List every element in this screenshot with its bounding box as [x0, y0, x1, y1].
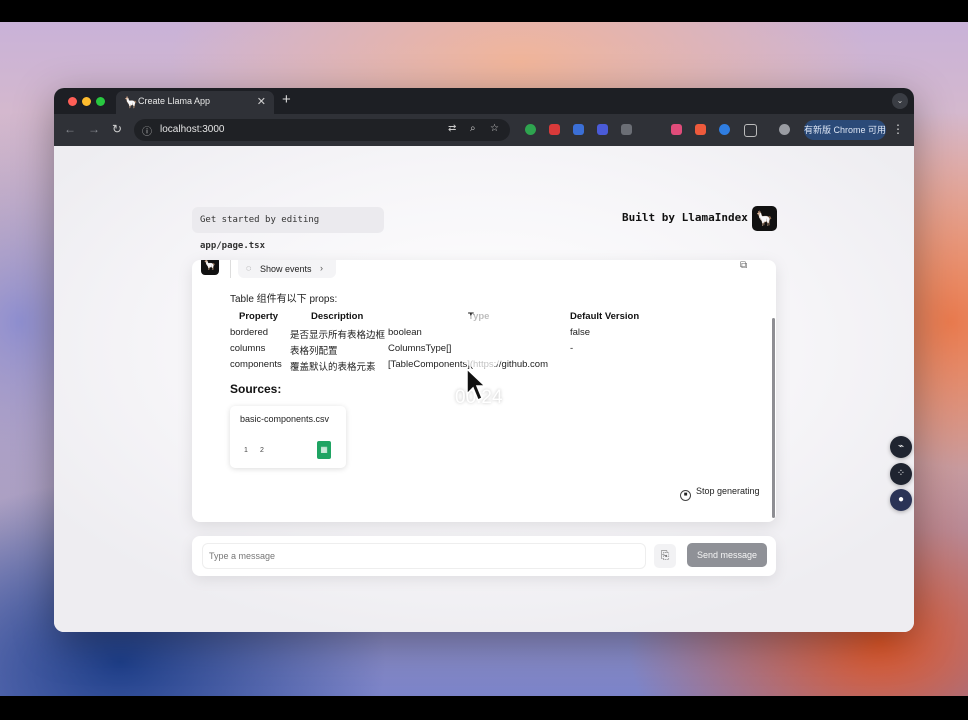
- table-cell: boolean: [388, 327, 422, 338]
- chevron-right-icon: ›: [320, 263, 323, 273]
- llama-favicon-icon: 🦙: [124, 97, 138, 109]
- table-cell: ColumnsType[]: [388, 343, 452, 354]
- extension-green-icon[interactable]: [525, 124, 536, 135]
- bookmark-star-icon[interactable]: ☆: [490, 123, 499, 134]
- spreadsheet-icon: ▦: [317, 441, 331, 459]
- table-cell: bordered: [230, 327, 269, 338]
- answer-intro: Table 组件有以下 props:: [230, 294, 338, 305]
- source-card[interactable]: basic-components.csv 1 2 ▦: [230, 406, 346, 468]
- llamaindex-logo-icon[interactable]: 🦙: [752, 206, 777, 231]
- letterbox-top: [0, 0, 968, 22]
- reload-icon[interactable]: ↻: [112, 122, 122, 136]
- extensions-puzzle-icon[interactable]: [744, 124, 757, 137]
- back-arrow-icon[interactable]: ←: [64, 122, 76, 136]
- floating-chat-bot-icon[interactable]: ●: [890, 489, 912, 511]
- show-events-button[interactable]: ◌ Show events ›: [238, 260, 336, 278]
- zoom-icon[interactable]: ⌕: [470, 123, 476, 134]
- zoom-window-button[interactable]: [96, 97, 105, 106]
- hint-prefix: Get started by editing: [200, 215, 320, 225]
- extension-orange-icon[interactable]: [695, 124, 706, 135]
- source-page-number[interactable]: 1: [244, 447, 248, 454]
- extension-globe-icon[interactable]: [719, 124, 730, 135]
- floating-apps-icon[interactable]: ⁘: [890, 463, 912, 485]
- divider: [230, 260, 231, 278]
- table-cell: components: [230, 359, 282, 370]
- tab-title: Create Llama App: [138, 96, 211, 106]
- stop-generating-button[interactable]: ■ Stop generating: [680, 486, 760, 501]
- close-window-button[interactable]: [68, 97, 77, 106]
- stop-label: Stop generating: [696, 486, 760, 496]
- table-header-cell: Property: [239, 311, 279, 322]
- hint-file: app/page.tsx: [200, 241, 266, 251]
- tab-strip: 🦙 Create Llama App ✕ + ⌄: [54, 88, 914, 114]
- attach-file-icon[interactable]: ⎘: [654, 544, 676, 568]
- browser-toolbar: ← → ↻ ⓘ localhost:3000 ⇄ ⌕ ☆ 有新版 Chrome …: [54, 114, 914, 146]
- translate-icon[interactable]: ⇄: [448, 123, 456, 134]
- play-icon: [476, 330, 493, 352]
- source-filename: basic-components.csv: [240, 414, 330, 424]
- loading-spinner-icon: ◌: [246, 263, 252, 273]
- floating-assistant-icon[interactable]: ⌁: [890, 436, 912, 458]
- minimize-window-button[interactable]: [82, 97, 91, 106]
- letterbox-bottom: [0, 696, 968, 720]
- get-started-hint: Get started by editing app/page.tsx: [192, 207, 384, 251]
- copy-icon[interactable]: ⧉: [740, 260, 747, 271]
- composer: ⎘ Send message: [192, 536, 776, 576]
- built-by-label[interactable]: Built by LlamaIndex: [622, 211, 748, 224]
- forward-arrow-icon[interactable]: →: [88, 122, 100, 136]
- source-page-number[interactable]: 2: [260, 447, 264, 454]
- send-message-button[interactable]: Send message: [687, 543, 767, 567]
- message-input[interactable]: [202, 543, 646, 569]
- bot-avatar-icon: 🦙: [201, 260, 219, 275]
- url-text: localhost:3000: [160, 124, 225, 135]
- show-events-label: Show events: [260, 264, 312, 274]
- tab-search-chevron-icon[interactable]: ⌄: [892, 93, 908, 109]
- stop-icon: ■: [680, 490, 691, 501]
- extension-gray-icon[interactable]: [621, 124, 632, 135]
- table-cell: 是否显示所有表格边框: [290, 330, 386, 341]
- profile-avatar-icon[interactable]: [779, 124, 790, 135]
- extension-blue-icon[interactable]: [573, 124, 584, 135]
- table-header-cell: Default Version: [570, 311, 640, 322]
- table-header-cell: Description: [311, 311, 364, 322]
- address-bar[interactable]: ⓘ localhost:3000 ⇄ ⌕ ☆: [134, 119, 510, 141]
- tab-create-llama-app[interactable]: 🦙 Create Llama App ✕: [116, 91, 274, 114]
- table-cell: 表格列配置: [290, 346, 338, 357]
- chat-scrollbar[interactable]: [772, 318, 775, 518]
- site-info-icon[interactable]: ⓘ: [142, 123, 152, 138]
- close-tab-icon[interactable]: ✕: [257, 95, 266, 108]
- extension-red-icon[interactable]: [549, 124, 560, 135]
- browser-menu-icon[interactable]: ⋮: [892, 122, 904, 136]
- table-cell: false: [570, 327, 591, 338]
- chrome-update-button[interactable]: 有新版 Chrome 可用: [804, 120, 886, 140]
- mouse-cursor-icon: [466, 368, 486, 402]
- extension-indigo-icon[interactable]: [597, 124, 608, 135]
- table-cell: -: [570, 343, 574, 354]
- extension-pink-icon[interactable]: [671, 124, 682, 135]
- new-tab-button[interactable]: +: [282, 91, 291, 108]
- table-cell: 覆盖默认的表格元素: [290, 362, 376, 373]
- sources-heading: Sources:: [230, 382, 282, 396]
- table-cell: columns: [230, 343, 266, 354]
